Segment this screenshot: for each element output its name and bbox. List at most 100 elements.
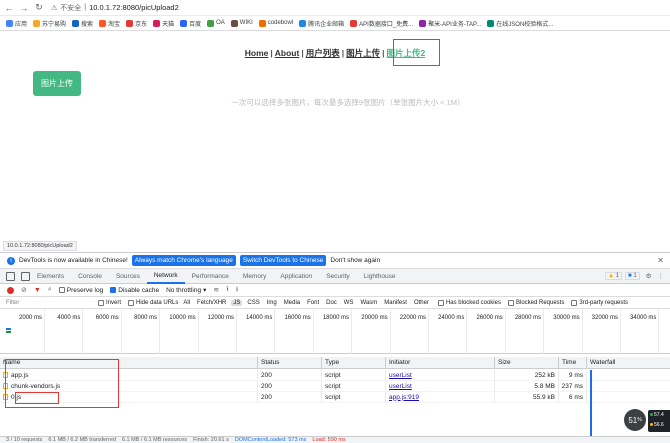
- wifi-icon[interactable]: ≋: [213, 286, 219, 294]
- cell-time-text: 9 ms: [568, 371, 583, 379]
- bookmark-item[interactable]: 京东: [126, 19, 147, 28]
- warning-badge[interactable]: ▲ 1: [605, 272, 623, 280]
- bookmark-item[interactable]: codebowl: [258, 19, 293, 27]
- speed-badge[interactable]: 51%: [624, 409, 646, 431]
- col-time[interactable]: Time: [558, 357, 586, 368]
- nav-home-link[interactable]: Home: [245, 48, 269, 58]
- bookmark-item[interactable]: 应用: [6, 19, 27, 28]
- upload-speed: 57.4: [650, 412, 668, 418]
- cell-size-text: 252 kB: [534, 371, 555, 379]
- filter-type-fetchxhr[interactable]: Fetch/XHR: [195, 300, 228, 306]
- filter-type-css[interactable]: CSS: [245, 300, 261, 306]
- bookmark-item[interactable]: 淘宝: [99, 19, 120, 28]
- dont-show-button[interactable]: Don't show again: [330, 257, 380, 264]
- gear-icon[interactable]: ⚙: [646, 272, 652, 280]
- disable-cache-checkbox[interactable]: Disable cache: [110, 287, 159, 294]
- device-toggle-icon[interactable]: [21, 271, 30, 281]
- nav-upload-link[interactable]: 图片上传: [346, 47, 380, 59]
- bookmark-item[interactable]: 聚米-API业务-TAP...: [419, 19, 481, 28]
- cell-initiator-text[interactable]: userList: [389, 383, 412, 390]
- tab-security[interactable]: Security: [319, 269, 356, 284]
- nav-about-link[interactable]: About: [275, 48, 300, 58]
- blocked-requests-label: Blocked Requests: [515, 299, 565, 306]
- upload-button[interactable]: 图片上传: [33, 71, 81, 96]
- bookmark-icon: [419, 19, 427, 27]
- inspect-icon[interactable]: [6, 271, 15, 281]
- network-timeline[interactable]: 2000 ms 4000 ms 6000 ms 8000 ms 10000 ms 1200…: [0, 309, 670, 354]
- cell-initiator-text[interactable]: userList: [389, 372, 412, 379]
- tab-lighthouse[interactable]: Lighthouse: [357, 269, 403, 284]
- bookmark-item[interactable]: 天猫: [153, 19, 174, 28]
- record-icon[interactable]: [7, 286, 14, 294]
- bookmark-item[interactable]: 苏宁易购: [33, 19, 66, 28]
- cell-status-text: 200: [261, 393, 272, 401]
- tab-memory[interactable]: Memory: [236, 269, 273, 284]
- search-icon[interactable]: ⌕: [48, 286, 52, 294]
- tab-application[interactable]: Application: [273, 269, 319, 284]
- forward-icon[interactable]: →: [18, 2, 30, 14]
- bookmark-item[interactable]: 腾讯企业邮箱: [299, 19, 344, 28]
- export-icon[interactable]: ⭳: [236, 285, 238, 296]
- url-text[interactable]: 10.0.1.72:8080/picUpload2: [89, 3, 179, 12]
- cell-initiator-text[interactable]: app.js:919: [389, 394, 419, 401]
- bookmark-item[interactable]: 在线JSON校验格式...: [487, 19, 553, 28]
- tab-network[interactable]: Network: [146, 269, 185, 284]
- clear-icon[interactable]: ⊘: [21, 286, 27, 294]
- import-icon[interactable]: ⭱: [226, 285, 228, 296]
- bookmark-item[interactable]: OA: [207, 19, 225, 27]
- switch-chinese-button[interactable]: Switch DevTools to Chinese: [239, 255, 327, 266]
- filter-type-other[interactable]: Other: [412, 300, 431, 306]
- network-toolbar: ⊘ ▼ ⌕ Preserve log Disable cache No thro…: [0, 284, 670, 297]
- filter-type-font[interactable]: Font: [305, 300, 321, 306]
- col-initiator[interactable]: Initiator: [385, 357, 494, 368]
- nav-users-link[interactable]: 用户列表: [306, 47, 340, 59]
- bookmark-item[interactable]: WIKI: [230, 19, 253, 27]
- hide-data-urls-label: Hide data URLs: [136, 299, 179, 306]
- upload-dot-icon: [650, 413, 653, 416]
- cell-initiator[interactable]: userList: [385, 370, 494, 380]
- match-language-button[interactable]: Always match Chrome's language: [131, 255, 236, 266]
- reload-icon[interactable]: ↻: [33, 2, 45, 14]
- filter-type-all[interactable]: All: [181, 300, 192, 306]
- bookmark-item[interactable]: API数据接口_免费...: [350, 19, 413, 28]
- filter-input[interactable]: Filter: [6, 300, 91, 306]
- tab-console[interactable]: Console: [71, 269, 109, 284]
- bookmark-item[interactable]: 搜索: [72, 19, 93, 28]
- filter-type-img[interactable]: Img: [265, 300, 279, 306]
- address-bar[interactable]: ⚠ 不安全 | 10.0.1.72:8080/picUpload2: [51, 3, 179, 13]
- disable-cache-label: Disable cache: [118, 286, 160, 294]
- message-badge[interactable]: ■ 1: [625, 272, 640, 280]
- col-status[interactable]: Status: [257, 357, 321, 368]
- back-icon[interactable]: ←: [3, 2, 15, 14]
- blocked-cookies-checkbox[interactable]: Has blocked cookies: [437, 299, 501, 306]
- filter-type-ws[interactable]: WS: [342, 300, 356, 306]
- info-message: DevTools is now available in Chinese!: [19, 257, 128, 264]
- tab-elements[interactable]: Elements: [30, 269, 71, 284]
- bookmark-label: 搜索: [81, 21, 94, 28]
- filter-type-wasm[interactable]: Wasm: [358, 300, 379, 306]
- col-waterfall[interactable]: Waterfall: [586, 357, 670, 368]
- close-icon[interactable]: ✕: [657, 256, 664, 265]
- invert-checkbox[interactable]: Invert: [98, 299, 121, 306]
- throttling-select[interactable]: No throttling ▾: [166, 286, 206, 295]
- filter-type-js[interactable]: JS: [231, 299, 243, 306]
- preserve-log-checkbox[interactable]: Preserve log: [58, 287, 103, 294]
- filter-type-doc[interactable]: Doc: [324, 300, 339, 306]
- cell-time: 6 ms: [558, 392, 586, 402]
- third-party-checkbox[interactable]: 3rd-party requests: [571, 299, 628, 306]
- bookmark-item[interactable]: 百度: [180, 19, 201, 28]
- col-type[interactable]: Type: [321, 357, 385, 368]
- cell-initiator[interactable]: userList: [385, 381, 494, 391]
- col-size[interactable]: Size: [494, 357, 558, 368]
- timeline-tick-label: 18000 ms: [322, 315, 350, 321]
- blocked-requests-checkbox[interactable]: Blocked Requests: [507, 299, 565, 306]
- filter-type-media[interactable]: Media: [282, 300, 302, 306]
- more-icon[interactable]: ⋮: [658, 272, 665, 280]
- tab-performance[interactable]: Performance: [185, 269, 236, 284]
- bookmark-label: API数据接口_免费...: [359, 21, 414, 28]
- filter-icon[interactable]: ▼: [34, 287, 41, 294]
- tab-sources[interactable]: Sources: [109, 269, 147, 284]
- hide-data-urls-checkbox[interactable]: Hide data URLs: [128, 299, 179, 306]
- filter-type-manifest[interactable]: Manifest: [382, 300, 409, 306]
- cell-initiator[interactable]: app.js:919: [385, 392, 494, 402]
